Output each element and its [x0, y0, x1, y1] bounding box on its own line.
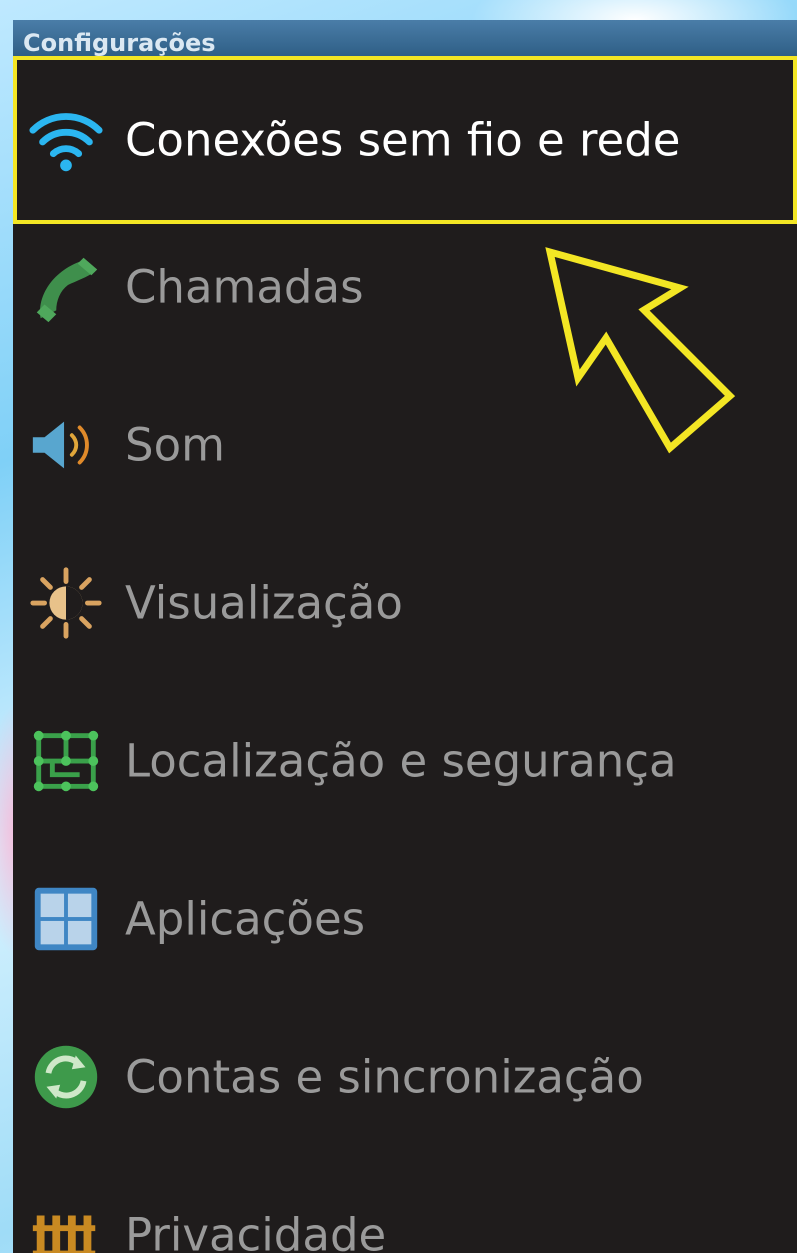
- privacy-icon: [27, 1196, 105, 1253]
- menu-item-label: Contas e sincronização: [125, 1050, 644, 1104]
- brightness-icon: [27, 564, 105, 642]
- speaker-icon: [27, 406, 105, 484]
- menu-item-location-security[interactable]: Localização e segurança: [13, 682, 797, 840]
- menu-item-label: Localização e segurança: [125, 734, 677, 788]
- location-security-icon: [27, 722, 105, 800]
- menu-item-wireless-networks[interactable]: Conexões sem fio e rede: [13, 56, 797, 224]
- menu-item-label: Visualização: [125, 576, 403, 630]
- menu-item-label: Som: [125, 418, 225, 472]
- applications-icon: [27, 880, 105, 958]
- menu-item-applications[interactable]: Aplicações: [13, 840, 797, 998]
- phone-icon: [27, 248, 105, 326]
- app-title: Configurações: [13, 20, 797, 56]
- menu-item-label: Aplicações: [125, 892, 366, 946]
- menu-item-label: Conexões sem fio e rede: [125, 113, 681, 167]
- menu-item-label: Privacidade: [125, 1208, 387, 1253]
- menu-item-privacy[interactable]: Privacidade: [13, 1156, 797, 1253]
- menu-item-display[interactable]: Visualização: [13, 524, 797, 682]
- highlight-arrow-annotation: [545, 247, 736, 454]
- menu-item-label: Chamadas: [125, 260, 364, 314]
- sync-icon: [27, 1038, 105, 1116]
- wifi-icon: [27, 101, 105, 179]
- menu-item-accounts-sync[interactable]: Contas e sincronização: [13, 998, 797, 1156]
- settings-screen: Configurações Conexões sem fio e rede Ch…: [13, 20, 797, 1253]
